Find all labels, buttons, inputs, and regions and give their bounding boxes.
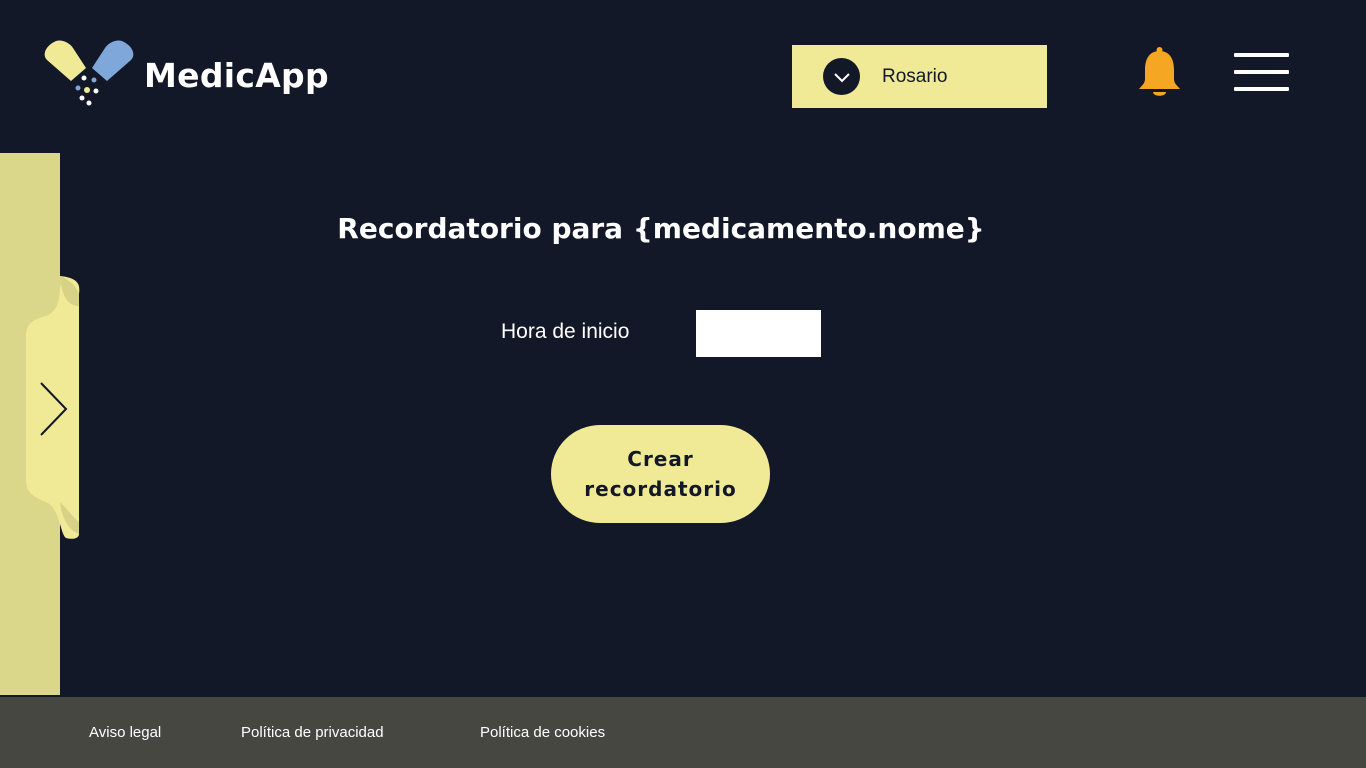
chevron-right-icon [40,382,68,436]
chevron-down-icon [823,58,860,95]
hamburger-menu-icon[interactable] [1234,53,1290,93]
side-panel-toggle-tab[interactable] [26,276,82,540]
selected-user-name: Rosario [882,65,948,87]
footer: Aviso legal Política de privacidad Polít… [0,697,1366,768]
pill-capsule-logo-icon [44,40,134,106]
start-time-label: Hora de inicio [501,320,630,343]
menu-line [1234,87,1289,91]
footer-link-privacy-policy[interactable]: Política de privacidad [241,724,384,741]
footer-link-legal-notice[interactable]: Aviso legal [89,724,161,741]
create-reminder-button[interactable]: Crear recordatorio [551,425,770,523]
brand-name: MedicApp [144,56,329,95]
page-title: Recordatorio para {medicamento.nome} [337,212,985,245]
page: MedicApp Rosario Recordatorio para {medi… [0,0,1366,768]
start-time-input[interactable] [696,310,821,357]
footer-link-cookie-policy[interactable]: Política de cookies [480,724,605,741]
menu-line [1234,53,1289,57]
menu-line [1234,70,1289,74]
notifications-bell-icon[interactable] [1137,46,1182,100]
app-logo[interactable]: MedicApp [42,38,342,110]
user-selector-dropdown[interactable]: Rosario [792,45,1047,108]
